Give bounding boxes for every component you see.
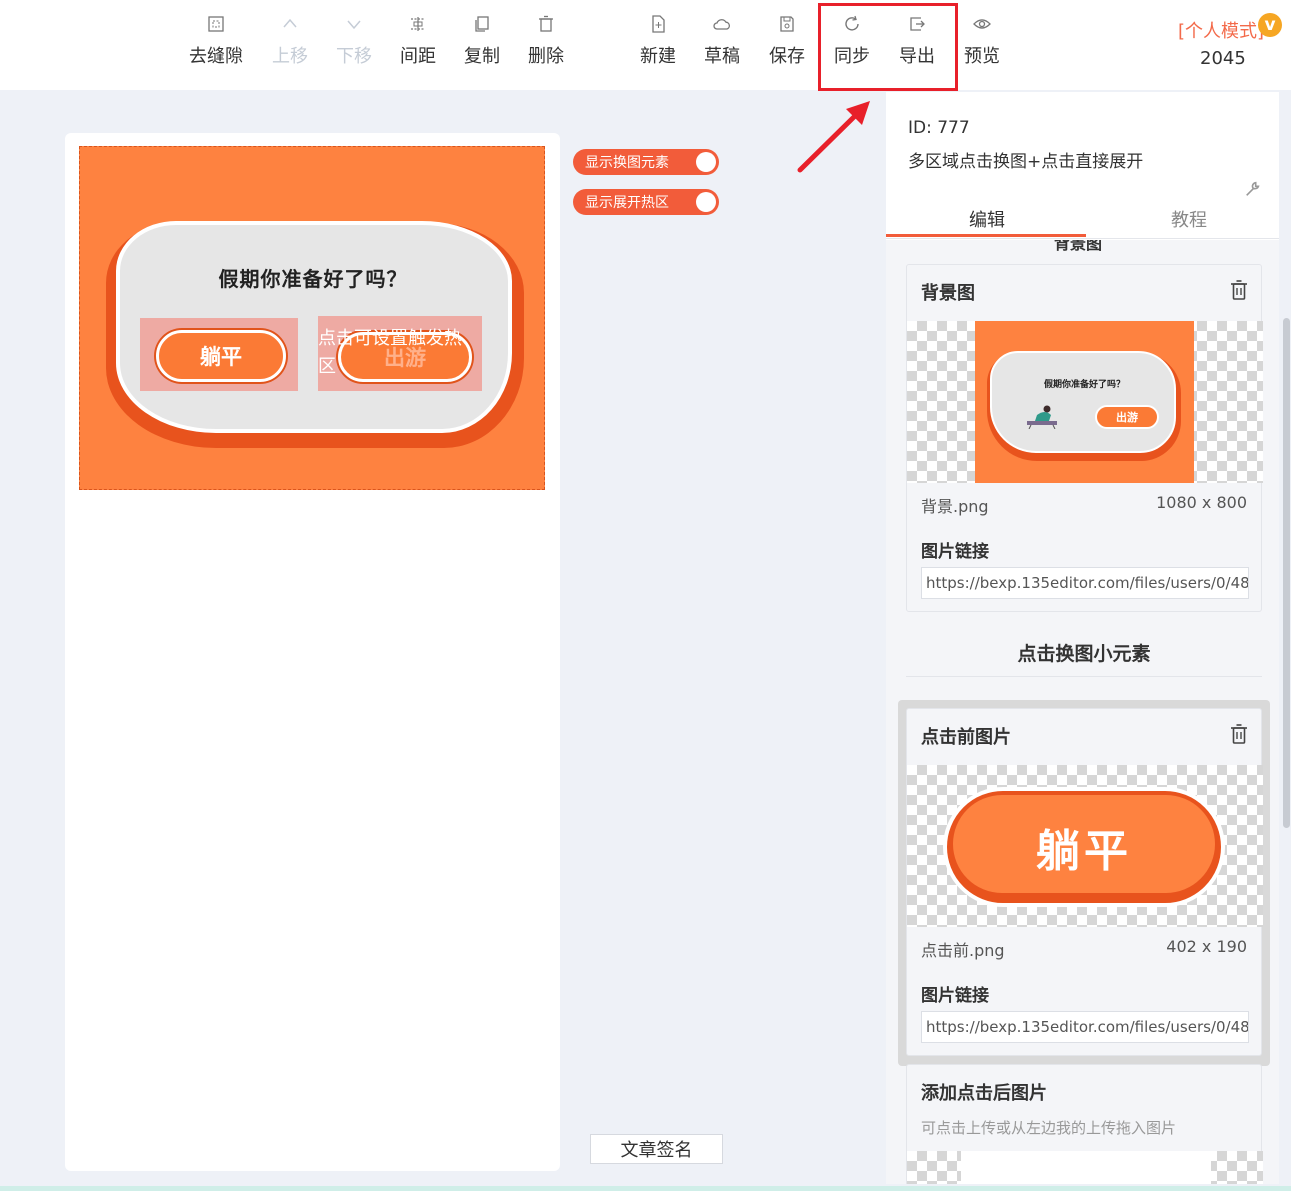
thumb-bubble — [990, 351, 1176, 453]
toggle-label: 显示展开热区 — [585, 195, 669, 211]
before-image-preview[interactable]: 躺平 — [907, 765, 1263, 927]
draft-label: 草稿 — [704, 46, 740, 67]
trash-icon[interactable] — [1229, 279, 1249, 301]
bottom-strip — [0, 1186, 1291, 1191]
background-thumb: 假期你准备好了吗？ 出游 — [975, 321, 1194, 483]
section-title: 点击换图小元素 — [906, 639, 1262, 677]
remove-gap-label: 去缝隙 — [189, 46, 243, 67]
draft-button[interactable]: 草稿 — [690, 14, 754, 76]
link-label: 图片链接 — [921, 542, 989, 562]
file-size: 402 x 190 — [1166, 937, 1247, 956]
mode-number: 2045 — [1200, 48, 1246, 69]
spacing-icon — [411, 17, 425, 31]
move-down-button[interactable]: 下移 — [322, 14, 386, 76]
panel-tabs: 编辑 教程 — [886, 200, 1279, 239]
thumb-title: 假期你准备好了吗？ — [1043, 380, 1125, 390]
copy-button[interactable]: 复制 — [450, 14, 514, 76]
upload-placeholder — [961, 1151, 1211, 1184]
dashed-box-icon — [208, 16, 224, 32]
new-label: 新建 — [640, 46, 676, 67]
panel-scrollbar[interactable] — [1283, 318, 1290, 828]
annotation-arrow-icon — [797, 101, 870, 173]
preview-label: 预览 — [964, 46, 1000, 67]
file-size: 1080 x 800 — [1156, 493, 1247, 512]
chevron-down-icon — [347, 20, 361, 30]
card-title: 点击前图片 — [921, 727, 1011, 748]
thumb-button: 出游 — [1095, 405, 1159, 429]
template-name: 多区域点击换图+点击直接展开 — [908, 152, 1144, 172]
hotspot-hint: 点击可设置触发热区 — [318, 328, 462, 377]
card-title: 背景图 — [921, 283, 975, 304]
vip-badge-icon: v — [1258, 13, 1282, 37]
before-click-image-card: 点击前图片 躺平 点击前.png 402 x 190 图片链接 https://… — [906, 708, 1263, 1056]
spacing-label: 间距 — [400, 46, 436, 67]
mode-label[interactable]: [个人模式] — [1178, 17, 1264, 43]
tab-tutorial[interactable]: 教程 — [1171, 206, 1207, 232]
link-label: 图片链接 — [921, 986, 989, 1006]
move-down-label: 下移 — [336, 46, 372, 67]
copy-label: 复制 — [464, 46, 500, 67]
tools-icon[interactable] — [1244, 180, 1262, 198]
save-icon — [780, 16, 794, 32]
toggle-knob — [696, 192, 716, 212]
tab-edit[interactable]: 编辑 — [969, 206, 1005, 232]
section-heading-cut: 背景图 — [1054, 240, 1103, 253]
file-name: 点击前.png — [921, 941, 1005, 960]
move-up-label: 上移 — [272, 46, 308, 67]
remove-gap-button[interactable]: 去缝隙 — [184, 14, 248, 76]
save-label: 保存 — [769, 46, 805, 67]
reclining-person-icon — [1027, 405, 1057, 429]
toggle-knob — [696, 152, 716, 172]
preview-button[interactable]: 预览 — [950, 14, 1014, 76]
upload-hint: 可点击上传或从左边我的上传拖入图片 — [921, 1119, 1177, 1137]
toggle-show-swap-elements[interactable]: 显示换图元素 — [573, 149, 719, 175]
scene-title: 假期你准备好了吗？ — [218, 267, 408, 291]
lie-flat-button[interactable]: 躺平 — [156, 330, 286, 382]
toggle-label: 显示换图元素 — [585, 155, 669, 171]
settings-panel: ID: 777 多区域点击换图+点击直接展开 编辑 教程 背景图 背景图 假期你… — [886, 92, 1279, 1184]
template-id: ID: 777 — [908, 118, 970, 138]
sync-export-highlight — [818, 3, 958, 91]
cloud-icon — [713, 19, 730, 30]
trash-icon — [539, 15, 553, 32]
chevron-up-icon — [283, 18, 297, 28]
new-file-icon — [652, 15, 665, 33]
delete-label: 删除 — [528, 46, 564, 67]
image-link-input[interactable]: https://bexp.135editor.com/files/users/0… — [921, 1011, 1249, 1043]
interactive-graphic[interactable]: 假期你准备好了吗？ 躺平 出游 点击可设置触发热区 — [79, 146, 545, 490]
image-link-input[interactable]: https://bexp.135editor.com/files/users/0… — [921, 567, 1249, 599]
new-button[interactable]: 新建 — [626, 14, 690, 76]
eye-icon — [973, 19, 991, 29]
toggle-show-expand-hotspot[interactable]: 显示展开热区 — [573, 189, 719, 215]
lie-flat-pill: 躺平 — [943, 787, 1225, 907]
card-title: 添加点击后图片 — [921, 1083, 1047, 1104]
active-tab-indicator — [886, 234, 1086, 237]
panel-scroll-area[interactable]: 背景图 背景图 假期你准备好了吗？ 出游 背景.png 1080 x 800 图… — [886, 240, 1279, 1184]
pill-text: 躺平 — [1036, 826, 1132, 877]
spacing-button[interactable]: 间距 — [386, 14, 450, 76]
add-after-click-image-card[interactable]: 添加点击后图片 可点击上传或从左边我的上传拖入图片 — [906, 1064, 1263, 1184]
move-up-button[interactable]: 上移 — [258, 14, 322, 76]
article-signature-button[interactable]: 文章签名 — [590, 1134, 723, 1164]
copy-icon — [475, 16, 489, 32]
trash-icon[interactable] — [1229, 723, 1249, 745]
save-button[interactable]: 保存 — [755, 14, 819, 76]
background-preview[interactable]: 假期你准备好了吗？ 出游 — [907, 321, 1263, 483]
upload-dropzone[interactable] — [907, 1151, 1263, 1184]
background-image-card: 背景图 假期你准备好了吗？ 出游 背景.png 1080 x 800 图片链接 … — [906, 264, 1263, 612]
delete-button[interactable]: 删除 — [514, 14, 578, 76]
top-toolbar: 去缝隙 上移 下移 间距 复制 删除 新建 草稿 保存 同步 导出 预览 [个人… — [0, 0, 1291, 91]
file-name: 背景.png — [921, 497, 989, 516]
